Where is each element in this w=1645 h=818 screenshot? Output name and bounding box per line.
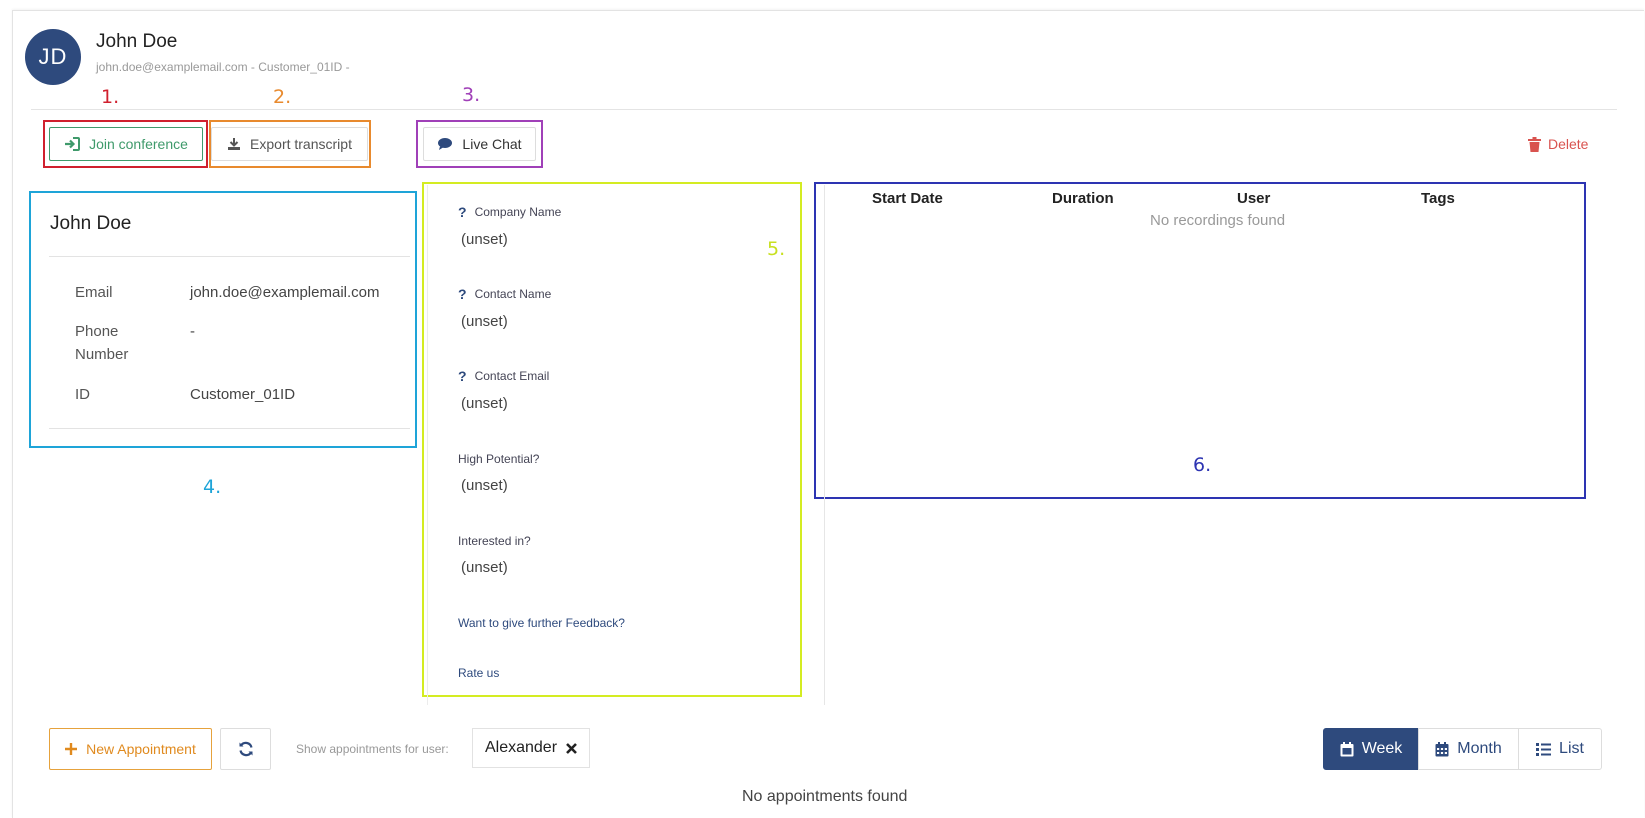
new-appointment-button[interactable]: New Appointment bbox=[49, 728, 212, 770]
view-month-label: Month bbox=[1457, 740, 1502, 757]
email-label: Email bbox=[75, 284, 113, 301]
plus-icon bbox=[65, 743, 78, 755]
delete-button[interactable]: Delete bbox=[1528, 132, 1589, 156]
recordings-column-divider bbox=[824, 185, 825, 705]
new-appointment-label: New Appointment bbox=[86, 741, 196, 757]
phone-label: Phone Number bbox=[75, 323, 129, 363]
form-column-divider bbox=[427, 185, 428, 705]
id-label: ID bbox=[75, 386, 90, 403]
join-conference-label: Join conference bbox=[89, 136, 188, 152]
view-week-label: Week bbox=[1361, 740, 1403, 757]
live-chat-label: Live Chat bbox=[462, 136, 522, 152]
contact-email-value[interactable]: (unset) bbox=[461, 395, 508, 412]
card-divider-bottom bbox=[49, 428, 410, 429]
company-name-value[interactable]: (unset) bbox=[461, 231, 508, 248]
join-conference-button[interactable]: Join conference bbox=[49, 127, 203, 161]
sign-in-icon bbox=[64, 137, 81, 151]
export-transcript-label: Export transcript bbox=[250, 136, 352, 152]
question-icon: ? bbox=[458, 286, 467, 302]
no-appointments-message: No appointments found bbox=[742, 788, 908, 805]
contact-name-value[interactable]: (unset) bbox=[461, 313, 508, 330]
column-header-start-date[interactable]: Start Date bbox=[872, 190, 943, 207]
email-value: john.doe@examplemail.com bbox=[190, 284, 380, 301]
calendar-icon bbox=[1340, 741, 1354, 757]
annotation-box-6 bbox=[814, 182, 1586, 499]
id-value: Customer_01ID bbox=[190, 386, 296, 403]
annotation-number-3: 3. bbox=[462, 84, 481, 106]
view-list-label: List bbox=[1559, 740, 1584, 757]
user-filter-chip[interactable]: Alexander bbox=[472, 728, 590, 768]
export-transcript-button[interactable]: Export transcript bbox=[211, 127, 368, 161]
refresh-icon bbox=[238, 741, 254, 757]
list-icon bbox=[1536, 742, 1552, 756]
download-icon bbox=[227, 137, 241, 151]
contact-name-label: ? Contact Name bbox=[458, 286, 552, 302]
customer-subtitle: john.doe@examplemail.com - Customer_01ID… bbox=[96, 60, 350, 74]
question-icon: ? bbox=[458, 204, 467, 220]
card-divider-top bbox=[49, 256, 410, 257]
view-list-button[interactable]: List bbox=[1518, 728, 1602, 770]
customer-card-title: John Doe bbox=[50, 213, 132, 234]
refresh-button[interactable] bbox=[220, 728, 271, 770]
calendar-grid-icon bbox=[1435, 741, 1449, 757]
header-divider bbox=[31, 109, 1617, 110]
rate-us-link[interactable]: Rate us bbox=[458, 666, 499, 680]
view-month-button[interactable]: Month bbox=[1418, 728, 1519, 770]
user-filter-name: Alexander bbox=[484, 739, 558, 756]
high-potential-value[interactable]: (unset) bbox=[461, 477, 508, 494]
annotation-number-2: 2. bbox=[273, 86, 292, 108]
customer-name-heading: John Doe bbox=[96, 31, 178, 52]
column-header-duration[interactable]: Duration bbox=[1052, 190, 1114, 207]
phone-value: - bbox=[190, 323, 195, 340]
high-potential-label: High Potential? bbox=[458, 452, 540, 466]
column-header-user[interactable]: User bbox=[1237, 190, 1270, 207]
interested-in-value[interactable]: (unset) bbox=[461, 559, 508, 576]
annotation-number-4: 4. bbox=[203, 476, 222, 498]
question-icon: ? bbox=[458, 368, 467, 384]
delete-label: Delete bbox=[1548, 136, 1589, 152]
remove-filter-icon[interactable] bbox=[566, 742, 577, 754]
avatar: JD bbox=[25, 29, 81, 85]
company-name-label: ? Company Name bbox=[458, 204, 562, 220]
column-header-tags[interactable]: Tags bbox=[1421, 190, 1455, 207]
view-week-button[interactable]: Week bbox=[1323, 728, 1419, 770]
feedback-link[interactable]: Want to give further Feedback? bbox=[458, 616, 625, 630]
no-recordings-message: No recordings found bbox=[1150, 212, 1286, 229]
live-chat-button[interactable]: Live Chat bbox=[423, 127, 536, 161]
trash-icon bbox=[1528, 136, 1541, 152]
chat-bubble-icon bbox=[437, 137, 453, 151]
annotation-number-1: 1. bbox=[101, 86, 120, 108]
show-appointments-label: Show appointments for user: bbox=[296, 742, 449, 756]
interested-in-label: Interested in? bbox=[458, 534, 531, 548]
contact-email-label: ? Contact Email bbox=[458, 368, 550, 384]
